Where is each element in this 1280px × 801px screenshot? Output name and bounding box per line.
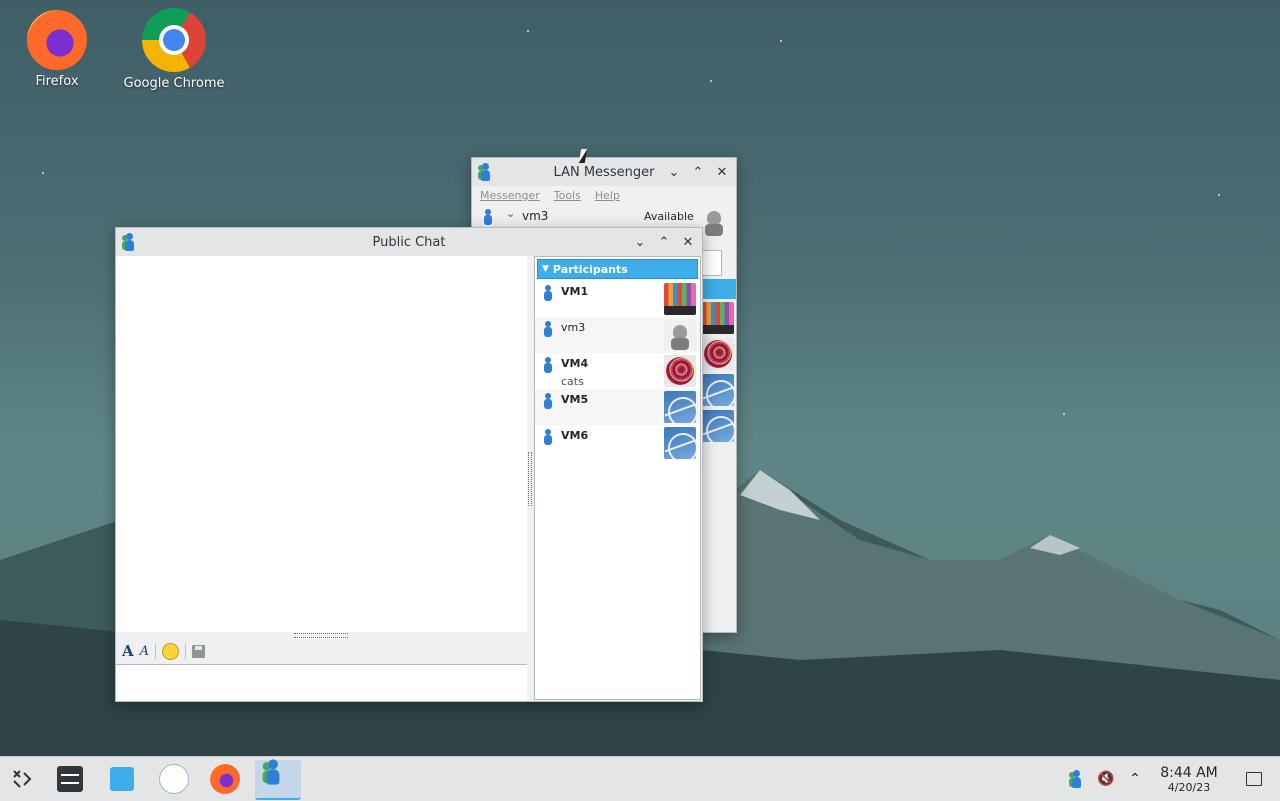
participant-avatar	[664, 427, 696, 459]
clock-date[interactable]: 4/20/23	[1150, 781, 1228, 794]
desktop-icon-firefox[interactable]: Firefox	[2, 10, 112, 89]
taskbar-app[interactable]	[155, 760, 193, 798]
participant-name: VM5	[561, 393, 589, 406]
contact-avatar	[702, 374, 734, 406]
lan-messenger-app-icon	[122, 233, 138, 251]
font-icon[interactable]: A	[122, 642, 134, 660]
splitter-handle[interactable]	[294, 633, 348, 638]
participant-name: VM1	[561, 285, 589, 298]
participant-avatar	[664, 283, 696, 315]
person-icon	[542, 429, 554, 445]
user-status-icon	[482, 209, 494, 225]
participant-status: cats	[561, 375, 584, 388]
menu-help[interactable]: Help	[595, 189, 620, 202]
participant-row[interactable]: VM6	[535, 425, 700, 461]
chat-history[interactable]	[116, 256, 527, 632]
participant-name: vm3	[561, 321, 586, 334]
person-icon	[542, 357, 554, 373]
app-launcher-icon	[13, 770, 32, 788]
taskbar-system-settings[interactable]	[51, 760, 89, 798]
public-chat-window: Public Chat ⌄ ⌃ ✕ A A ▼ Participants VM1	[115, 227, 703, 702]
taskbar-discover[interactable]	[103, 760, 141, 798]
show-desktop-button[interactable]	[1242, 757, 1266, 801]
expand-arrow-icon: ▼	[542, 264, 549, 274]
chrome-icon	[142, 8, 206, 72]
app-launcher-button[interactable]	[3, 760, 41, 798]
toolbar-separator	[185, 643, 187, 659]
chevron-up-icon[interactable]: ⌃	[1124, 757, 1146, 801]
menu-tools[interactable]: Tools	[554, 189, 581, 202]
lan-messenger-icon	[1069, 770, 1083, 788]
user-name: vm3	[522, 209, 549, 223]
contact-avatar	[702, 302, 734, 334]
menubar: Messenger Tools Help	[472, 186, 736, 205]
participants-panel: ▼ Participants VM1 vm3 VM4 cats VM5 VM6	[534, 256, 701, 700]
person-icon	[542, 321, 554, 337]
firefox-icon	[27, 10, 87, 70]
participant-row[interactable]: VM4 cats	[535, 353, 700, 389]
desktop-icon	[1246, 772, 1262, 786]
minimize-button[interactable]: ⌄	[664, 162, 684, 182]
desktop-icon-label: Google Chrome	[123, 76, 225, 91]
participant-row[interactable]: VM1	[535, 281, 700, 317]
participant-avatar	[664, 391, 696, 423]
selected-group-row[interactable]	[702, 279, 736, 299]
chevron-down-icon[interactable]: ⌄	[506, 207, 515, 220]
close-button[interactable]: ✕	[678, 232, 698, 252]
user-status[interactable]: Available	[644, 210, 694, 223]
participant-avatar	[664, 319, 696, 351]
menu-messenger[interactable]: Messenger	[480, 189, 540, 202]
settings-icon	[57, 766, 83, 792]
contact-avatar	[702, 410, 734, 442]
participant-row[interactable]: vm3	[535, 317, 700, 353]
lan-messenger-app-icon	[478, 163, 494, 181]
contact-avatar	[702, 338, 734, 370]
close-button[interactable]: ✕	[712, 162, 732, 182]
volume-muted-icon[interactable]: 🔇	[1094, 757, 1118, 801]
tray-lan-messenger[interactable]	[1064, 757, 1088, 801]
lan-messenger-titlebar[interactable]: LAN Messenger ⌄ ⌃ ✕	[472, 158, 736, 186]
store-icon	[110, 767, 134, 791]
minimize-button[interactable]: ⌄	[630, 232, 650, 252]
save-icon[interactable]	[192, 644, 206, 658]
participants-header[interactable]: ▼ Participants	[537, 259, 698, 279]
taskbar-lan-messenger[interactable]	[255, 759, 301, 800]
format-toolbar: A A	[116, 640, 533, 662]
desktop-icon-label: Firefox	[35, 74, 79, 89]
public-chat-titlebar[interactable]: Public Chat ⌄ ⌃ ✕	[116, 228, 702, 256]
lan-messenger-icon	[262, 759, 294, 798]
window-title: Public Chat	[372, 234, 446, 250]
splitter-handle[interactable]	[528, 452, 532, 506]
participant-name: VM6	[561, 429, 589, 442]
firefox-icon	[210, 764, 240, 794]
person-icon	[542, 285, 554, 301]
clock-time[interactable]: 8:44 AM	[1150, 765, 1228, 781]
message-input[interactable]	[116, 664, 527, 701]
participant-avatar	[664, 355, 696, 387]
font-color-icon[interactable]: A	[140, 644, 149, 659]
maximize-button[interactable]: ⌃	[688, 162, 708, 182]
maximize-button[interactable]: ⌃	[654, 232, 674, 252]
search-input[interactable]	[702, 250, 722, 276]
desktop-icon-chrome[interactable]: Google Chrome	[119, 8, 229, 91]
taskbar: 🔇 ⌃ 8:44 AM 4/20/23	[0, 756, 1280, 801]
participant-row[interactable]: VM5	[535, 389, 700, 425]
taskbar-firefox[interactable]	[206, 760, 244, 798]
participants-header-label: Participants	[552, 262, 628, 276]
smiley-icon[interactable]	[162, 642, 180, 660]
participant-name: VM4	[561, 357, 589, 370]
person-icon	[542, 393, 554, 409]
coral-icon	[159, 764, 189, 794]
toolbar-separator	[155, 643, 157, 659]
